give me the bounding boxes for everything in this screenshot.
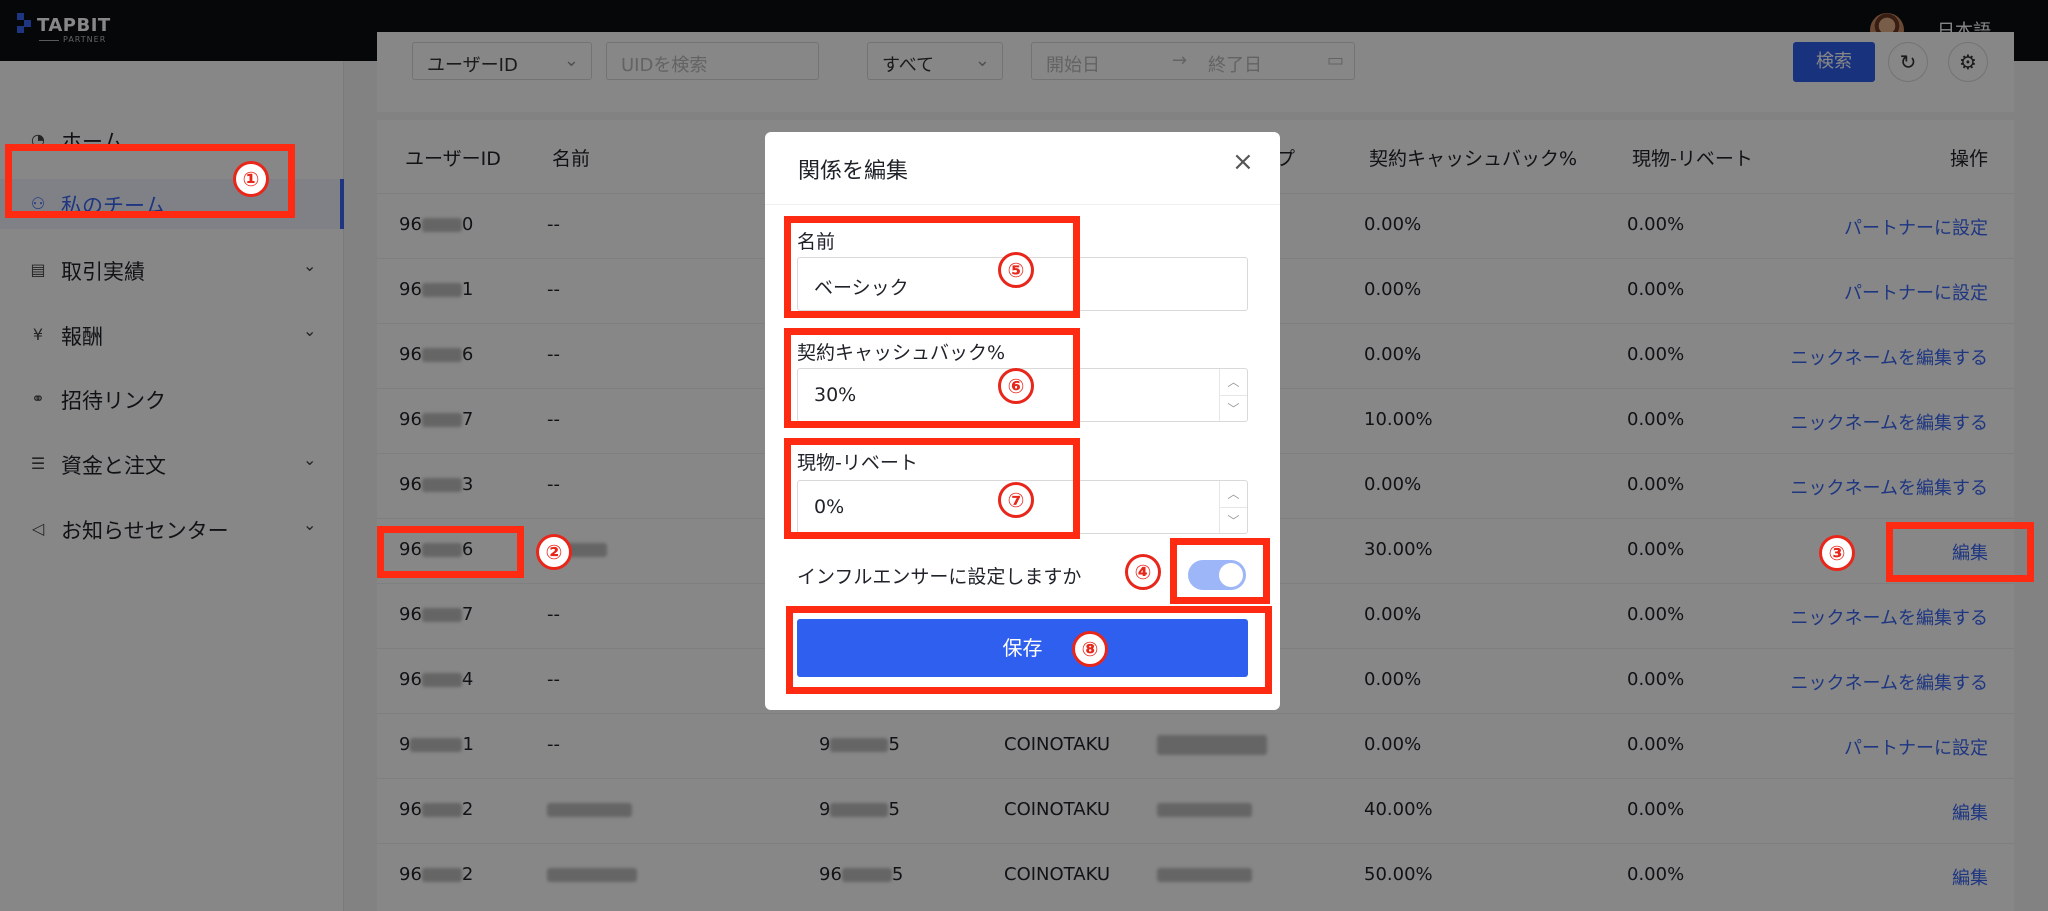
annotation-badge-4: ④ bbox=[1125, 554, 1161, 590]
dialog-divider bbox=[765, 204, 1280, 205]
close-icon[interactable]: × bbox=[1232, 149, 1254, 175]
annotation-box-6 bbox=[784, 328, 1080, 428]
stepper-up-icon[interactable]: ︿ bbox=[1220, 369, 1247, 395]
annotation-box-3 bbox=[1886, 522, 2034, 582]
stepper-down-icon[interactable]: ﹀ bbox=[1220, 507, 1247, 533]
annotation-badge-7: ⑦ bbox=[998, 482, 1034, 518]
annotation-box-7 bbox=[784, 438, 1080, 539]
number-stepper: ︿ ﹀ bbox=[1219, 481, 1247, 533]
annotation-badge-5: ⑤ bbox=[998, 252, 1034, 288]
annotation-box-2 bbox=[377, 526, 524, 578]
annotation-box-8 bbox=[786, 606, 1272, 694]
annotation-box-5 bbox=[784, 216, 1080, 318]
influencer-label: インフルエンサーに設定しますか bbox=[797, 566, 1082, 588]
annotation-badge-1: ① bbox=[233, 161, 269, 197]
annotation-badge-3: ③ bbox=[1819, 535, 1855, 571]
dialog-title: 関係を編集 bbox=[798, 159, 909, 184]
stepper-up-icon[interactable]: ︿ bbox=[1220, 481, 1247, 507]
annotation-badge-8: ⑧ bbox=[1072, 631, 1108, 667]
annotation-box-4 bbox=[1170, 538, 1270, 604]
stepper-down-icon[interactable]: ﹀ bbox=[1220, 395, 1247, 421]
annotation-badge-6: ⑥ bbox=[998, 368, 1034, 404]
number-stepper: ︿ ﹀ bbox=[1219, 369, 1247, 421]
annotation-badge-2: ② bbox=[536, 534, 572, 570]
